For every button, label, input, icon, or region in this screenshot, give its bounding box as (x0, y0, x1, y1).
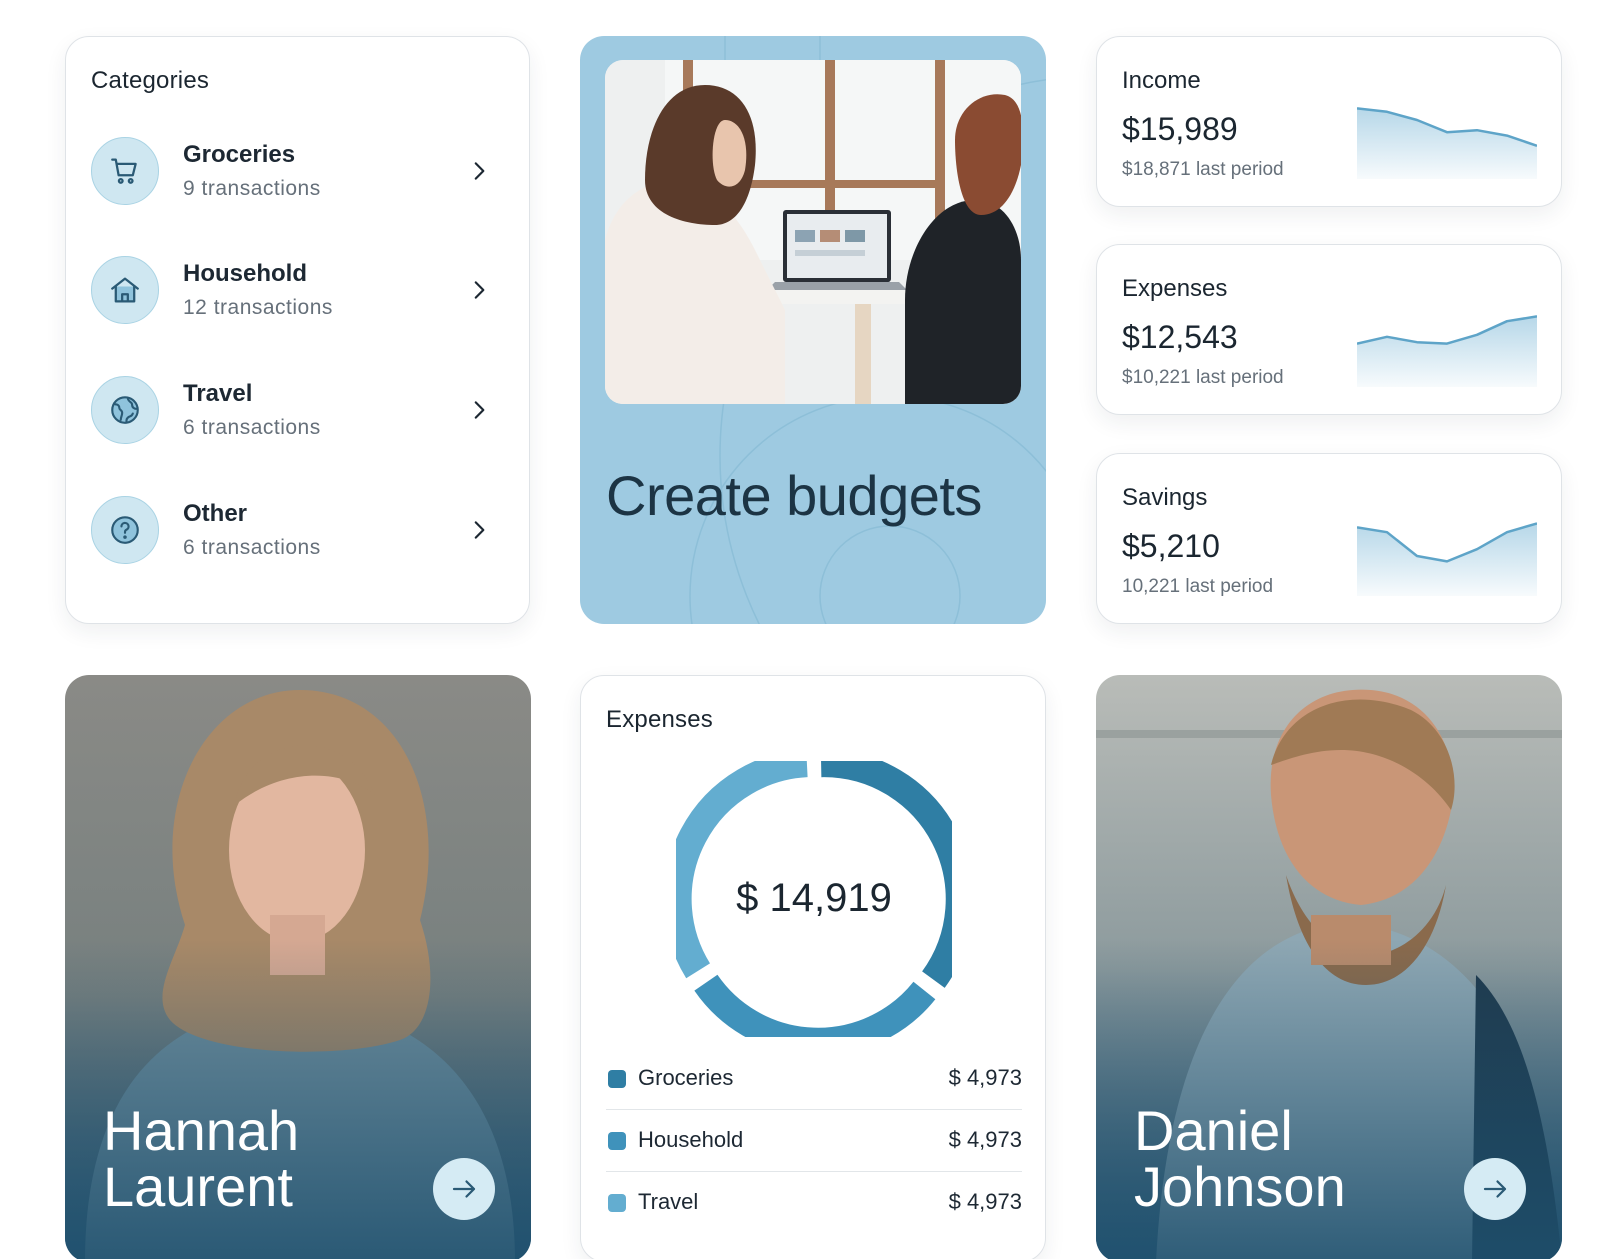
legend-value: $ 4,973 (948, 1127, 1022, 1152)
stat-previous: $10,221 last period (1122, 367, 1284, 388)
expenses-stat-card[interactable]: Expenses $12,543 $10,221 last period (1096, 244, 1562, 415)
category-count: 6 transactions (183, 416, 321, 439)
expenses-sparkline (1357, 315, 1537, 387)
legend-swatch (608, 1194, 626, 1212)
stat-label: Expenses (1122, 275, 1228, 302)
stat-value: $15,989 (1122, 111, 1238, 147)
arrow-right-icon (1483, 1180, 1507, 1198)
home-icon (91, 256, 159, 324)
legend-swatch (608, 1070, 626, 1088)
category-name: Household (183, 260, 307, 287)
open-profile-button[interactable] (1464, 1158, 1526, 1220)
open-profile-button[interactable] (433, 1158, 495, 1220)
category-name: Groceries (183, 141, 296, 168)
sparkline-area (1357, 108, 1537, 179)
category-count: 6 transactions (183, 536, 321, 559)
expenses-breakdown-title: Expenses (606, 706, 713, 733)
stat-label: Income (1122, 67, 1201, 94)
person-card-hannah[interactable]: Hannah Laurent (65, 675, 531, 1259)
sparkline-area (1357, 523, 1537, 596)
category-groceries[interactable]: Groceries 9 transactions (91, 135, 506, 207)
chevron-right-icon[interactable] (466, 396, 492, 424)
categories-title: Categories (91, 67, 210, 94)
expenses-breakdown-card: Expenses $ 14,919 Groceries $ 4,973 Hous… (580, 675, 1046, 1259)
globe-icon (91, 376, 159, 444)
stat-previous: 10,221 last period (1122, 576, 1274, 597)
category-name: Other (183, 500, 248, 527)
expenses-total: $ 14,919 (736, 876, 892, 920)
person-first-name: Hannah (103, 1099, 300, 1162)
legend-swatch (608, 1132, 626, 1150)
income-sparkline (1357, 107, 1537, 179)
sparkline-area (1357, 316, 1537, 387)
chevron-right-icon[interactable] (466, 276, 492, 304)
legend-value: $ 4,973 (948, 1189, 1022, 1214)
cart-icon (91, 137, 159, 205)
person-first-name: Daniel (1134, 1099, 1293, 1162)
savings-sparkline (1357, 522, 1537, 596)
person-name: Hannah Laurent (103, 1103, 423, 1215)
chevron-right-icon[interactable] (466, 157, 492, 185)
legend-label: Household (638, 1127, 744, 1152)
category-count: 9 transactions (183, 177, 321, 200)
stat-label: Savings (1122, 484, 1208, 511)
person-name: Daniel Johnson (1134, 1103, 1454, 1215)
legend-row-groceries: Groceries $ 4,973 (606, 1048, 1022, 1110)
person-card-daniel[interactable]: Daniel Johnson (1096, 675, 1562, 1259)
create-budgets-card[interactable]: Create budgets (580, 36, 1046, 624)
legend-value: $ 4,973 (948, 1065, 1022, 1090)
categories-card: Categories Groceries 9 transactions Hous… (65, 36, 530, 624)
chevron-right-icon[interactable] (466, 516, 492, 544)
category-count: 12 transactions (183, 296, 333, 319)
stat-value: $12,543 (1122, 319, 1238, 355)
arrow-right-icon (452, 1180, 476, 1198)
category-other[interactable]: Other 6 transactions (91, 494, 506, 566)
legend-row-household: Household $ 4,973 (606, 1110, 1022, 1172)
category-name: Travel (183, 380, 253, 407)
person-last-name: Laurent (103, 1155, 293, 1218)
stat-value: $5,210 (1122, 528, 1220, 564)
donut-segment-household (694, 974, 936, 1037)
category-household[interactable]: Household 12 transactions (91, 254, 506, 326)
legend-label: Travel (638, 1189, 699, 1214)
promo-headline: Create budgets (606, 464, 982, 527)
category-travel[interactable]: Travel 6 transactions (91, 374, 506, 446)
donut-segment-travel (676, 761, 808, 979)
legend-row-travel: Travel $ 4,973 (606, 1172, 1022, 1234)
savings-stat-card[interactable]: Savings $5,210 10,221 last period (1096, 453, 1562, 624)
donut-segment-groceries (821, 761, 952, 988)
person-last-name: Johnson (1134, 1155, 1346, 1218)
question-icon (91, 496, 159, 564)
income-stat-card[interactable]: Income $15,989 $18,871 last period (1096, 36, 1562, 207)
meeting-photo (605, 60, 1021, 404)
legend-label: Groceries (638, 1065, 734, 1090)
stat-previous: $18,871 last period (1122, 159, 1284, 180)
